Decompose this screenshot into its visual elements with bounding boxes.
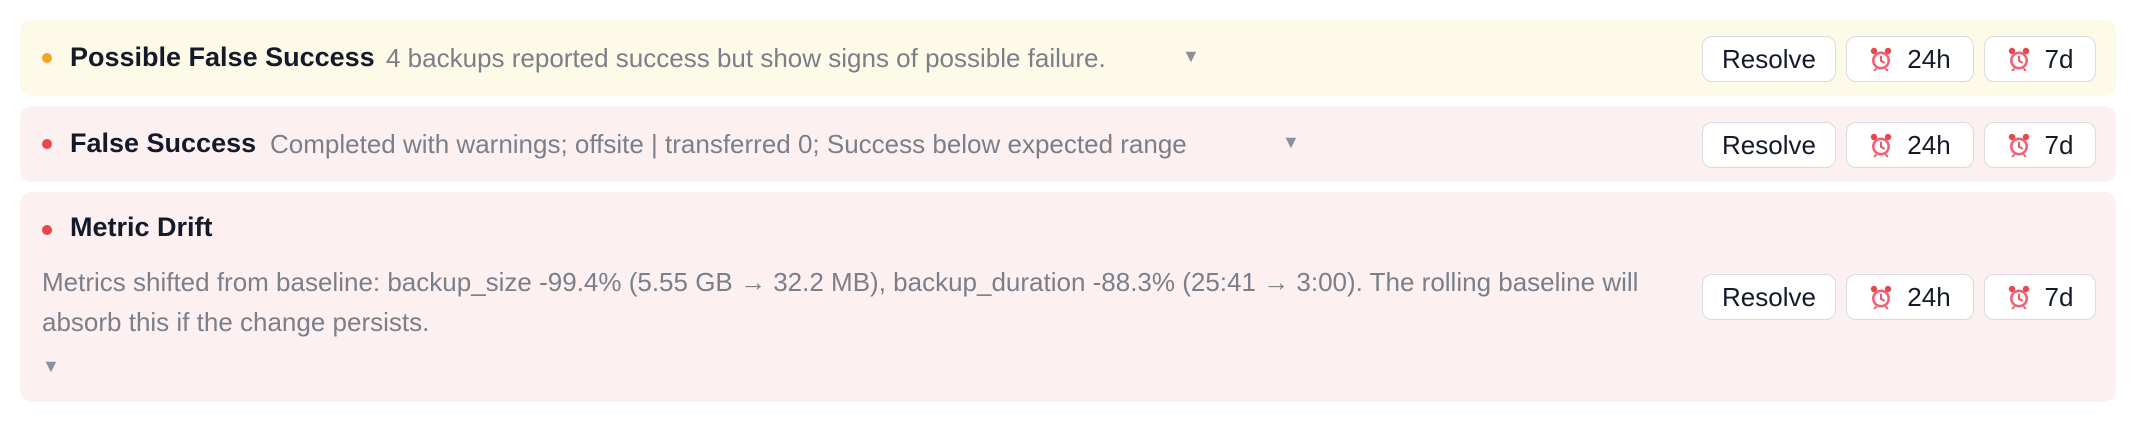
- snooze-24h-label: 24h: [1907, 43, 1951, 74]
- snooze-24h-label: 24h: [1907, 281, 1951, 312]
- alert-title: False Success: [70, 128, 257, 158]
- snooze-24h-button[interactable]: 24h: [1846, 274, 1974, 320]
- alert-title: Metric Drift: [70, 212, 213, 242]
- snooze-24h-button[interactable]: 24h: [1846, 36, 1974, 82]
- caret-down-icon[interactable]: ▼: [1182, 46, 1200, 67]
- alarm-clock-icon: [2008, 285, 2029, 309]
- alert-metric-drift: Metric Drift Metrics shifted from baseli…: [20, 192, 2116, 402]
- snooze-7d-label: 7d: [2044, 129, 2074, 160]
- resolve-button-label: Resolve: [1722, 129, 1816, 160]
- alert-possible-false-success: Possible False Success 4 backups reporte…: [20, 20, 2116, 96]
- alert-list: Possible False Success 4 backups reporte…: [20, 20, 2116, 412]
- snooze-24h-button[interactable]: 24h: [1846, 122, 1974, 168]
- alert-actions: Resolve 24h 7d: [1702, 36, 2096, 82]
- alarm-clock-icon: [1871, 47, 1892, 71]
- snooze-24h-label: 24h: [1907, 129, 1951, 160]
- alert-actions: Resolve 24h 7d: [1702, 122, 2096, 168]
- alarm-clock-icon: [2008, 47, 2029, 71]
- alert-description: Metrics shifted from baseline: backup_si…: [42, 267, 1639, 337]
- alarm-clock-icon: [2008, 133, 2029, 157]
- resolve-button[interactable]: Resolve: [1702, 122, 1836, 168]
- alert-description: 4 backups reported success but show sign…: [386, 43, 1106, 73]
- alert-false-success: False Success Completed with warnings; o…: [20, 106, 2116, 182]
- error-status-dot: [42, 139, 52, 149]
- resolve-button-label: Resolve: [1722, 43, 1816, 74]
- error-status-dot: [42, 225, 52, 235]
- snooze-7d-label: 7d: [2044, 281, 2074, 312]
- alert-actions: Resolve 24h 7d: [1702, 274, 2096, 320]
- alarm-clock-icon: [1871, 133, 1892, 157]
- caret-down-icon[interactable]: ▼: [42, 356, 60, 377]
- warning-status-dot: [42, 53, 52, 63]
- snooze-7d-label: 7d: [2044, 43, 2074, 74]
- caret-down-icon[interactable]: ▼: [1282, 132, 1300, 153]
- resolve-button-label: Resolve: [1722, 281, 1816, 312]
- resolve-button[interactable]: Resolve: [1702, 274, 1836, 320]
- alert-description: Completed with warnings; offsite | trans…: [270, 129, 1187, 159]
- snooze-7d-button[interactable]: 7d: [1984, 36, 2096, 82]
- snooze-7d-button[interactable]: 7d: [1984, 122, 2096, 168]
- resolve-button[interactable]: Resolve: [1702, 36, 1836, 82]
- alert-title: Possible False Success: [70, 42, 375, 72]
- snooze-7d-button[interactable]: 7d: [1984, 274, 2096, 320]
- alarm-clock-icon: [1871, 285, 1892, 309]
